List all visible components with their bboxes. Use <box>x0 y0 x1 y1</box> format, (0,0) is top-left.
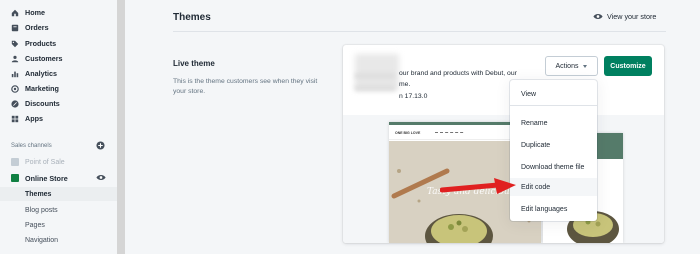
sidebar-item-label: Apps <box>25 114 43 123</box>
menu-item-rename[interactable]: Rename <box>510 114 597 132</box>
theme-description-text: me. <box>399 81 411 88</box>
actions-button[interactable]: Actions <box>545 56 598 76</box>
sidebar-item-orders[interactable]: Orders <box>0 20 117 35</box>
orders-icon <box>11 24 19 32</box>
sidebar-item-label: Marketing <box>25 84 59 93</box>
preview-logo: ONE BIG LOVE <box>395 131 421 135</box>
eye-icon <box>593 14 603 19</box>
sidebar-scrollbar[interactable] <box>117 0 125 254</box>
sidebar-item-label: Customers <box>25 54 63 63</box>
sidebar-item-customers[interactable]: Customers <box>0 51 117 66</box>
theme-version-text: n 17.13.0 <box>399 93 428 100</box>
preview-menu: ▬ ▬ ▬ ▬ ▬ ▬ <box>435 130 464 134</box>
apps-icon <box>11 115 19 123</box>
sidebar-item-label: Orders <box>25 23 49 32</box>
sidebar-item-label: Analytics <box>25 69 57 78</box>
chevron-down-icon <box>583 64 588 68</box>
theme-description-text: our brand and products with Debut, our <box>399 70 517 77</box>
sidebar-item-label: Online Store <box>25 173 68 183</box>
sidebar-subitem-blog-posts[interactable]: Blog posts <box>0 203 117 217</box>
menu-item-duplicate[interactable]: Duplicate <box>510 136 597 154</box>
add-channel-icon[interactable] <box>96 141 105 150</box>
sidebar-item-label: Products <box>25 39 57 48</box>
actions-dropdown-menu: View Rename Duplicate Download theme fil… <box>510 80 597 221</box>
sidebar-item-discounts[interactable]: Discounts <box>0 96 117 111</box>
menu-item-view[interactable]: View <box>510 85 597 103</box>
sidebar-item-analytics[interactable]: Analytics <box>0 66 117 81</box>
menu-item-edit-code[interactable]: Edit code <box>510 178 597 196</box>
sidebar-subitem-themes[interactable]: Themes <box>0 187 117 201</box>
main-content: Themes View your store Live theme This i… <box>125 0 700 254</box>
header-divider <box>173 31 666 32</box>
sidebar-item-home[interactable]: Home <box>0 5 117 20</box>
sidebar-item-label: Home <box>25 8 45 17</box>
store-icon <box>11 174 19 182</box>
chart-icon <box>11 70 19 78</box>
sidebar-item-products[interactable]: Products <box>0 36 117 51</box>
view-store-label: View your store <box>607 12 657 21</box>
menu-item-edit-languages[interactable]: Edit languages <box>510 200 597 218</box>
sidebar-item-label: Discounts <box>25 99 60 108</box>
target-icon <box>11 84 19 93</box>
tag-icon <box>11 40 19 48</box>
sidebar-item-label: Point of Sale <box>25 158 65 166</box>
red-arrow-annotation <box>440 178 516 194</box>
blurred-text <box>355 73 395 79</box>
sidebar-subitem-navigation[interactable]: Navigation <box>0 233 117 247</box>
menu-divider <box>510 105 597 106</box>
customize-button[interactable]: Customize <box>604 56 652 76</box>
live-theme-description: This is the theme customers see when the… <box>173 78 318 95</box>
discount-icon <box>11 99 19 108</box>
sidebar-item-point-of-sale[interactable]: Point of Sale <box>0 155 117 169</box>
blurred-text <box>355 85 395 91</box>
home-icon <box>11 9 19 17</box>
sidebar: Home Orders Products Customers Analytics… <box>0 0 117 254</box>
person-icon <box>11 55 19 63</box>
eye-icon[interactable] <box>96 174 106 181</box>
sidebar-subitem-pages[interactable]: Pages <box>0 218 117 232</box>
page-title: Themes <box>173 12 211 23</box>
live-theme-title: Live theme <box>173 59 215 68</box>
pos-icon <box>11 158 19 166</box>
sidebar-item-apps[interactable]: Apps <box>0 111 117 126</box>
sales-channels-label: Sales channels <box>11 143 52 149</box>
menu-item-download-theme-file[interactable]: Download theme file <box>510 158 597 176</box>
view-store-link[interactable]: View your store <box>593 12 656 21</box>
actions-label: Actions <box>555 62 579 70</box>
sidebar-item-marketing[interactable]: Marketing <box>0 81 117 96</box>
live-theme-card: our brand and products with Debut, our m… <box>343 45 664 243</box>
